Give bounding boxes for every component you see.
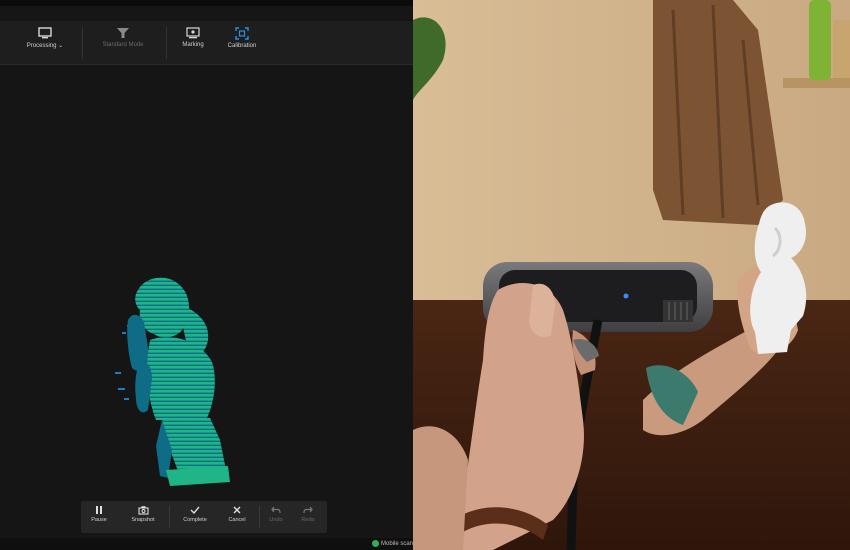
close-icon <box>233 506 241 514</box>
control-divider <box>169 506 170 528</box>
calibration-label: Calibration <box>227 43 257 49</box>
check-icon <box>190 506 200 515</box>
redo-button[interactable]: Redo <box>293 504 323 530</box>
funnel-icon <box>117 28 129 38</box>
snapshot-label: Snapshot <box>131 517 155 523</box>
calibration-button[interactable]: Calibration <box>220 25 264 61</box>
screen-marker-icon <box>186 27 200 39</box>
scan-control-bar: Pause Snapshot Complete Cancel Undo Redo <box>81 501 327 533</box>
redo-label: Redo <box>301 517 315 523</box>
standard-mode-button[interactable]: Standard Mode <box>88 25 158 61</box>
pause-label: Pause <box>91 517 107 523</box>
scanner-app-window: Processing ⌄ Standard Mode Marking Calib <box>0 0 413 550</box>
chevron-down-icon: ⌄ <box>58 43 64 49</box>
processing-button[interactable]: Processing ⌄ <box>14 25 76 61</box>
scanner-led <box>623 293 629 299</box>
monitor-icon <box>38 27 52 39</box>
3d-viewport[interactable] <box>0 65 413 535</box>
marking-button[interactable]: Marking <box>172 25 214 61</box>
processing-label: Processing <box>26 43 57 49</box>
complete-label: Complete <box>183 517 207 523</box>
undo-label: Undo <box>269 517 283 523</box>
camera-photo <box>413 0 850 550</box>
standard-mode-label: Standard Mode <box>102 42 144 48</box>
photo-scene <box>413 0 850 550</box>
marking-label: Marking <box>182 42 204 48</box>
pause-icon <box>96 506 102 514</box>
toolbar-divider <box>166 27 167 59</box>
camera-icon <box>137 506 149 515</box>
complete-button[interactable]: Complete <box>177 504 213 530</box>
calibration-frame-icon <box>235 27 249 40</box>
cancel-label: Cancel <box>228 517 246 523</box>
toolbar-divider <box>82 27 83 59</box>
redo-arrow-icon <box>303 506 313 514</box>
status-bar: Mobile scan <box>0 538 413 550</box>
control-divider <box>259 506 260 528</box>
bottle <box>809 0 831 80</box>
status-ok-icon <box>371 540 379 547</box>
toolbar: Processing ⌄ Standard Mode Marking Calib <box>0 21 413 65</box>
scan-status-label: Mobile scan <box>380 541 413 548</box>
cancel-button[interactable]: Cancel <box>219 504 255 530</box>
scan-status: Mobile scan <box>371 540 413 548</box>
point-cloud-model <box>115 277 230 486</box>
pause-button[interactable]: Pause <box>81 504 117 530</box>
undo-arrow-icon <box>271 506 281 514</box>
title-strip <box>0 0 413 6</box>
snapshot-button[interactable]: Snapshot <box>121 504 165 530</box>
undo-button[interactable]: Undo <box>261 504 291 530</box>
